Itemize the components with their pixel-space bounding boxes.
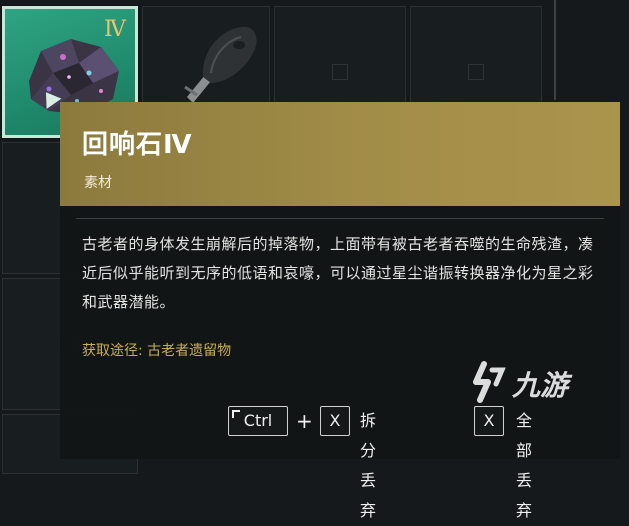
discard-all-label[interactable]: 全部丢弃 [516,406,532,526]
split-discard-label[interactable]: 拆分丢弃 [360,406,376,526]
nine-game-logo-icon [473,361,506,403]
scrollbar-track[interactable] [554,0,556,100]
item-category: 素材 [84,175,112,191]
item-name: 回响石Ⅳ [82,130,193,160]
divider [76,218,604,219]
item-source: 获取途径: 古老者遗留物 [82,343,232,359]
ctrl-key-hint[interactable]: Ctrl [228,406,288,436]
tooltip-header: 回响石Ⅳ 素材 [60,102,620,206]
plus-sign: + [296,409,313,433]
slot-marker [468,64,484,80]
x-key-hint-discard-all[interactable]: X [474,406,504,436]
item-description: 古老者的身体发生崩解后的掉落物，上面带有被古老者吞噬的生命残渣，凑近后似乎能听到… [82,235,594,311]
watermark: 九游 [470,358,600,408]
watermark-text: 九游 [512,369,569,402]
slot-marker [332,64,348,80]
x-key-hint[interactable]: X [320,406,350,436]
